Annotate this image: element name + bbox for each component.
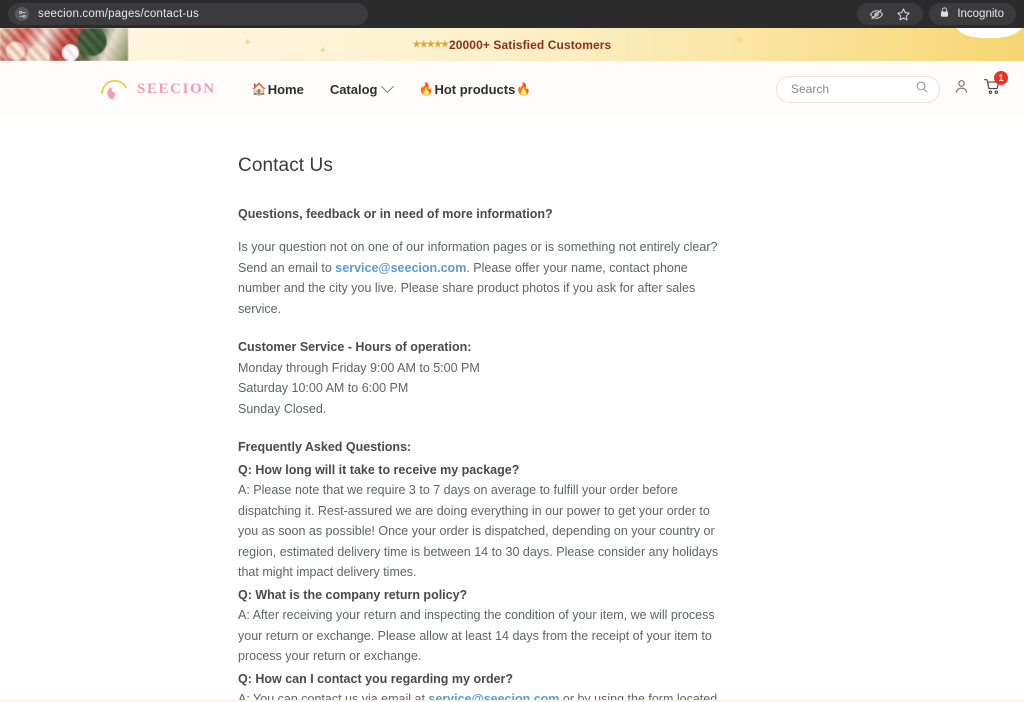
nav-item-catalog[interactable]: Catalog bbox=[329, 79, 395, 97]
fire-icon: 🔥 bbox=[418, 82, 434, 96]
hours-line: Saturday 10:00 AM to 6:00 PM bbox=[238, 381, 409, 395]
nav-item-hot-products[interactable]: 🔥 Hot products 🔥 bbox=[418, 82, 531, 97]
search-icon[interactable] bbox=[915, 80, 929, 99]
rating-stars-icon: ★★★★★ bbox=[412, 39, 449, 49]
site-header: SEECION 🏠 Home Catalog 🔥 Hot products 🔥 bbox=[0, 61, 1024, 117]
brand-logo[interactable]: SEECION bbox=[98, 73, 216, 105]
faq-question: Q: How can I contact you regarding my or… bbox=[238, 671, 514, 686]
incognito-label: Incognito bbox=[957, 8, 1004, 20]
promo-message: ★★★★★ 20000+ Satisfied Customers bbox=[413, 38, 612, 52]
header-actions: 1 bbox=[776, 71, 1008, 103]
hours-line: Sunday Closed. bbox=[238, 401, 327, 416]
sparkle-icon: ✦ bbox=[735, 35, 745, 47]
address-bar-url: seecion.com/pages/contact-us bbox=[38, 8, 199, 20]
address-bar[interactable]: seecion.com/pages/contact-us bbox=[8, 3, 368, 25]
page-body: Contact Us Questions, feedback or in nee… bbox=[0, 117, 1024, 700]
nav-item-hot-products-label: Hot products bbox=[434, 81, 516, 97]
sparkle-icon: ✦ bbox=[318, 45, 328, 57]
support-email-link[interactable]: service@seecion.com bbox=[335, 261, 466, 275]
cart-item-count-badge: 1 bbox=[994, 71, 1008, 85]
promo-message-text: 20000+ Satisfied Customers bbox=[448, 37, 612, 52]
incognito-indicator[interactable]: Incognito bbox=[929, 3, 1016, 25]
faq-question: Q: How long will it take to receive my p… bbox=[238, 462, 520, 477]
swan-logo-icon bbox=[98, 73, 130, 105]
sparkle-icon: ✦ bbox=[975, 40, 985, 52]
fire-icon: 🔥 bbox=[516, 82, 532, 96]
bookmark-star-icon[interactable] bbox=[896, 7, 911, 22]
search-input[interactable] bbox=[791, 82, 915, 96]
site-settings-icon[interactable] bbox=[15, 7, 29, 21]
hours-of-operation-block: Customer Service - Hours of operation: M… bbox=[238, 337, 720, 419]
chevron-down-icon bbox=[381, 79, 395, 93]
shopping-cart-icon bbox=[983, 79, 1002, 100]
hours-heading: Customer Service - Hours of operation: bbox=[238, 340, 472, 354]
faq-question: Q: What is the company return policy? bbox=[238, 587, 468, 602]
faq-item: Q: How long will it take to receive my p… bbox=[238, 460, 720, 583]
faq-item: Q: What is the company return policy? A:… bbox=[238, 585, 720, 667]
contact-content: Contact Us Questions, feedback or in nee… bbox=[238, 117, 720, 700]
support-email-link[interactable]: service@seecion.com bbox=[428, 692, 559, 700]
faq-answer-part1: A: You can contact us via email at bbox=[238, 692, 429, 700]
banner-cloud-shape bbox=[954, 28, 1024, 38]
browser-toolbar: seecion.com/pages/contact-us Incognito bbox=[0, 0, 1024, 28]
faq-item: Q: How can I contact you regarding my or… bbox=[238, 669, 720, 701]
intro-paragraph: Is your question not on one of our infor… bbox=[238, 237, 720, 319]
nav-item-home-label: Home bbox=[267, 81, 304, 97]
house-icon: 🏠 bbox=[251, 82, 267, 96]
faq-answer: A: You can contact us via email at servi… bbox=[238, 689, 720, 700]
cart-button[interactable]: 1 bbox=[983, 71, 1008, 101]
brand-name: SEECION bbox=[137, 80, 216, 97]
browser-toolbar-actions: Incognito bbox=[857, 0, 1016, 28]
eye-slash-icon[interactable] bbox=[869, 7, 884, 22]
nav-item-home[interactable]: 🏠 Home bbox=[252, 82, 304, 97]
search-box[interactable] bbox=[776, 75, 940, 103]
user-account-icon[interactable] bbox=[953, 78, 970, 100]
faq-answer: A: Please note that we require 3 to 7 da… bbox=[238, 483, 719, 579]
nav-item-catalog-label: Catalog bbox=[329, 81, 378, 97]
faq-block: Frequently Asked Questions: Q: How long … bbox=[238, 437, 720, 700]
promo-banner: ✦ ✦ ✦ ✦ ★★★★★ 20000+ Satisfied Customers bbox=[0, 28, 1024, 61]
holiday-decoration-image bbox=[0, 28, 128, 61]
faq-answer: A: After receiving your return and inspe… bbox=[238, 608, 715, 663]
main-navigation: 🏠 Home Catalog 🔥 Hot products 🔥 bbox=[252, 79, 531, 97]
incognito-mask-icon bbox=[938, 6, 951, 22]
sparkle-icon: ✦ bbox=[243, 37, 253, 49]
browser-action-group bbox=[857, 3, 924, 25]
page-title: Contact Us bbox=[238, 155, 333, 176]
hours-line: Monday through Friday 9:00 AM to 5:00 PM bbox=[238, 360, 480, 375]
faq-heading: Frequently Asked Questions: bbox=[238, 440, 412, 454]
intro-heading: Questions, feedback or in need of more i… bbox=[238, 207, 553, 221]
